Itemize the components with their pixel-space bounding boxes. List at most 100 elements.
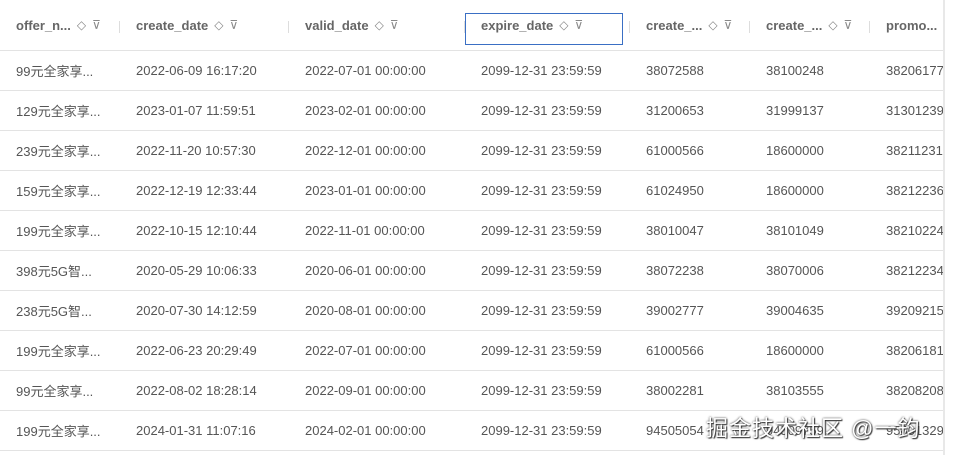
table-cell[interactable]: 2022-07-01 00:00:00 [289, 50, 465, 91]
table-cell[interactable]: 2024-01-31 11:07:16 [120, 410, 289, 451]
table-cell[interactable]: 2022-06-09 16:17:20 [120, 50, 289, 91]
filter-icon[interactable]: ⊽ [724, 18, 733, 32]
column-header[interactable]: create_... ◇ ⊽ [630, 0, 750, 51]
table-cell[interactable]: 38210224 [870, 210, 943, 251]
table-cell[interactable]: 2020-06-01 00:00:00 [289, 250, 465, 291]
table-cell[interactable]: 2022-11-20 10:57:30 [120, 130, 289, 171]
table-cell[interactable]: 38002281 [630, 370, 750, 411]
table-cell[interactable]: 2022-12-01 00:00:00 [289, 130, 465, 171]
table-cell[interactable]: 2099-12-31 23:59:59 [465, 370, 630, 411]
table-cell[interactable]: 2022-07-01 00:00:00 [289, 330, 465, 371]
table-cell[interactable]: 38100248 [750, 50, 870, 91]
table-cell[interactable]: 2022-09-01 00:00:00 [289, 370, 465, 411]
column-header[interactable]: offer_n... ◇ ⊽ [0, 0, 120, 51]
table-cell[interactable]: 2099-12-31 23:59:59 [465, 130, 630, 171]
table-row[interactable]: 238元5G智... 2020-07-30 14:12:59 2020-08-01 … [0, 290, 943, 331]
table-cell[interactable]: 239元全家享... [0, 130, 120, 171]
table-cell[interactable]: 18600000 [750, 330, 870, 371]
table-row[interactable]: 99元全家享... 2022-08-02 18:28:14 2022-09-01 0… [0, 370, 943, 411]
table-cell[interactable]: 2022-08-02 18:28:14 [120, 370, 289, 411]
table-row[interactable]: 239元全家享... 2022-11-20 10:57:30 2022-12-01 … [0, 130, 943, 171]
column-header-label: promo... [886, 17, 938, 33]
table-cell[interactable]: 39002777 [630, 290, 750, 331]
table-cell[interactable]: 199元全家享... [0, 410, 120, 451]
table-cell[interactable]: 2020-07-30 14:12:59 [120, 290, 289, 331]
table-cell[interactable]: 38101049 [750, 210, 870, 251]
table-cell[interactable]: 38010047 [630, 210, 750, 251]
table-row[interactable]: 199元全家享... 2022-06-23 20:29:49 2022-07-01 … [0, 330, 943, 371]
table-cell[interactable]: 2099-12-31 23:59:59 [465, 50, 630, 91]
table-cell[interactable]: 2099-12-31 23:59:59 [465, 250, 630, 291]
scrollbar-edge [943, 0, 945, 455]
table-cell[interactable]: 61024950 [630, 170, 750, 211]
table-cell[interactable]: 61000566 [630, 130, 750, 171]
table-cell[interactable]: 2022-11-01 00:00:00 [289, 210, 465, 251]
sort-icon[interactable]: ◇ [828, 18, 837, 32]
filter-icon[interactable]: ⊽ [844, 18, 853, 32]
column-header[interactable]: create_date ◇ ⊽ [120, 0, 289, 51]
column-header-label: create_... [646, 17, 703, 33]
column-header[interactable]: expire_date ◇ ⊽ [465, 0, 630, 51]
table-cell[interactable]: 2020-08-01 00:00:00 [289, 290, 465, 331]
table-row[interactable]: 159元全家享... 2022-12-19 12:33:44 2023-01-01 … [0, 170, 943, 211]
table-cell[interactable]: 2023-02-01 00:00:00 [289, 90, 465, 131]
column-header[interactable]: create_... ◇ ⊽ [750, 0, 870, 51]
table-cell[interactable]: 38072238 [630, 250, 750, 291]
watermark: 掘金技术社区 @一鈞 [706, 416, 921, 441]
table-cell[interactable]: 99元全家享... [0, 50, 120, 91]
sort-icon[interactable]: ◇ [77, 18, 86, 32]
column-header[interactable]: promo...◇⊽ [870, 0, 943, 51]
data-table-container: offer_n... ◇ ⊽ create_date ◇ ⊽ valid_date ◇ ⊽ exp… [0, 0, 943, 455]
table-cell[interactable]: 39004635 [750, 290, 870, 331]
table-cell[interactable]: 2022-06-23 20:29:49 [120, 330, 289, 371]
table-cell[interactable]: 99元全家享... [0, 370, 120, 411]
table-cell[interactable]: 61000566 [630, 330, 750, 371]
table-cell[interactable]: 38211231 [870, 130, 943, 171]
filter-icon[interactable]: ⊽ [390, 18, 399, 32]
filter-icon[interactable]: ⊽ [230, 18, 239, 32]
table-cell[interactable]: 199元全家享... [0, 210, 120, 251]
table-cell[interactable]: 38206181 [870, 330, 943, 371]
table-cell[interactable]: 38208208 [870, 370, 943, 411]
table-cell[interactable]: 31200653 [630, 90, 750, 131]
table-row[interactable]: 398元5G智... 2020-05-29 10:06:33 2020-06-01 … [0, 250, 943, 291]
data-table: offer_n... ◇ ⊽ create_date ◇ ⊽ valid_date ◇ ⊽ exp… [0, 0, 943, 451]
table-cell[interactable]: 38212236 [870, 170, 943, 211]
table-cell[interactable]: 238元5G智... [0, 290, 120, 331]
table-cell[interactable]: 31301239 [870, 90, 943, 131]
table-cell[interactable]: 18600000 [750, 170, 870, 211]
table-cell[interactable]: 39209215 [870, 290, 943, 331]
table-cell[interactable]: 2099-12-31 23:59:59 [465, 170, 630, 211]
table-cell[interactable]: 2022-10-15 12:10:44 [120, 210, 289, 251]
table-row[interactable]: 129元全家享... 2023-01-07 11:59:51 2023-02-01 … [0, 90, 943, 131]
table-cell[interactable]: 2023-01-07 11:59:51 [120, 90, 289, 131]
table-cell[interactable]: 398元5G智... [0, 250, 120, 291]
table-cell[interactable]: 2099-12-31 23:59:59 [465, 210, 630, 251]
table-cell[interactable]: 199元全家享... [0, 330, 120, 371]
table-cell[interactable]: 159元全家享... [0, 170, 120, 211]
table-row[interactable]: 99元全家享... 2022-06-09 16:17:20 2022-07-01 0… [0, 50, 943, 91]
table-cell[interactable]: 31999137 [750, 90, 870, 131]
table-cell[interactable]: 38103555 [750, 370, 870, 411]
table-cell[interactable]: 2099-12-31 23:59:59 [465, 290, 630, 331]
table-cell[interactable]: 129元全家享... [0, 90, 120, 131]
table-cell[interactable]: 2099-12-31 23:59:59 [465, 410, 630, 451]
filter-icon[interactable]: ⊽ [92, 18, 101, 32]
table-cell[interactable]: 38212234 [870, 250, 943, 291]
table-cell[interactable]: 2020-05-29 10:06:33 [120, 250, 289, 291]
table-cell[interactable]: 2099-12-31 23:59:59 [465, 330, 630, 371]
sort-icon[interactable]: ◇ [214, 18, 223, 32]
table-cell[interactable]: 2023-01-01 00:00:00 [289, 170, 465, 211]
column-header-label: valid_date [305, 17, 369, 33]
table-cell[interactable]: 38070006 [750, 250, 870, 291]
table-row[interactable]: 199元全家享... 2022-10-15 12:10:44 2022-11-01 … [0, 210, 943, 251]
column-header[interactable]: valid_date ◇ ⊽ [289, 0, 465, 51]
sort-icon[interactable]: ◇ [708, 18, 717, 32]
table-cell[interactable]: 38206177 [870, 50, 943, 91]
table-cell[interactable]: 18600000 [750, 130, 870, 171]
table-cell[interactable]: 2022-12-19 12:33:44 [120, 170, 289, 211]
table-cell[interactable]: 2099-12-31 23:59:59 [465, 90, 630, 131]
sort-icon[interactable]: ◇ [375, 18, 384, 32]
table-cell[interactable]: 2024-02-01 00:00:00 [289, 410, 465, 451]
table-cell[interactable]: 38072588 [630, 50, 750, 91]
